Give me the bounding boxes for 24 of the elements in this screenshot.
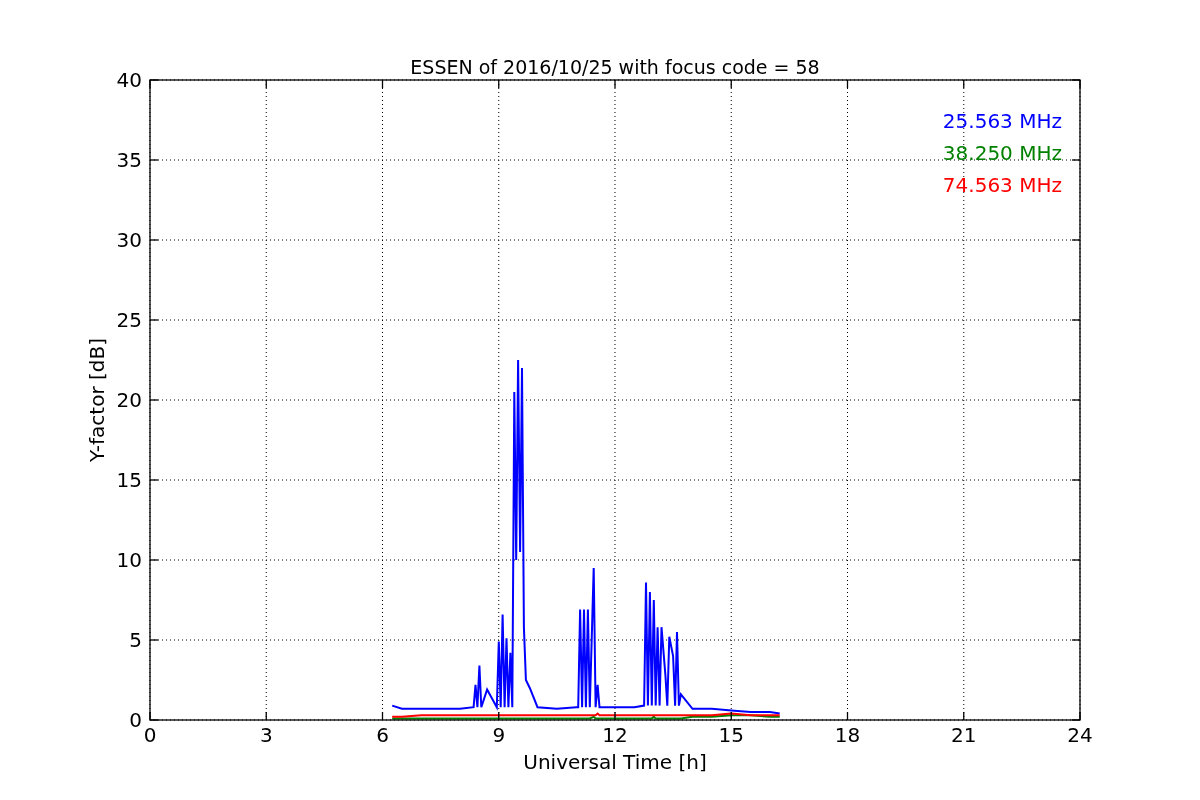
y-tick-label: 35 [116, 148, 142, 172]
x-tick-label: 9 [492, 723, 506, 747]
x-tick-label: 3 [259, 723, 273, 747]
y-tick-label: 25 [116, 308, 142, 332]
legend-label: 38.250 MHz [942, 141, 1062, 165]
y-tick-label: 0 [129, 708, 142, 732]
y-tick-label: 40 [116, 68, 142, 92]
chart-title: ESSEN of 2016/10/25 with focus code = 58 [410, 56, 820, 78]
y-tick-label: 15 [116, 468, 142, 492]
x-tick-label: 21 [951, 723, 977, 747]
x-tick-label: 0 [143, 723, 157, 747]
x-tick-label: 18 [834, 723, 861, 747]
y-tick-label: 10 [116, 548, 142, 572]
x-tick-label: 15 [718, 723, 744, 747]
y-tick-label: 20 [116, 388, 142, 412]
x-tick-label: 6 [376, 723, 389, 747]
y-axis-label: Y-factor [dB] [85, 338, 109, 462]
legend-label: 25.563 MHz [942, 109, 1062, 133]
x-tick-label: 24 [1067, 723, 1093, 747]
y-tick-label: 5 [129, 628, 142, 652]
x-axis-label: Universal Time [h] [523, 750, 707, 774]
legend-label: 74.563 MHz [942, 173, 1062, 197]
x-tick-label: 12 [602, 723, 628, 747]
y-tick-label: 30 [116, 228, 142, 252]
